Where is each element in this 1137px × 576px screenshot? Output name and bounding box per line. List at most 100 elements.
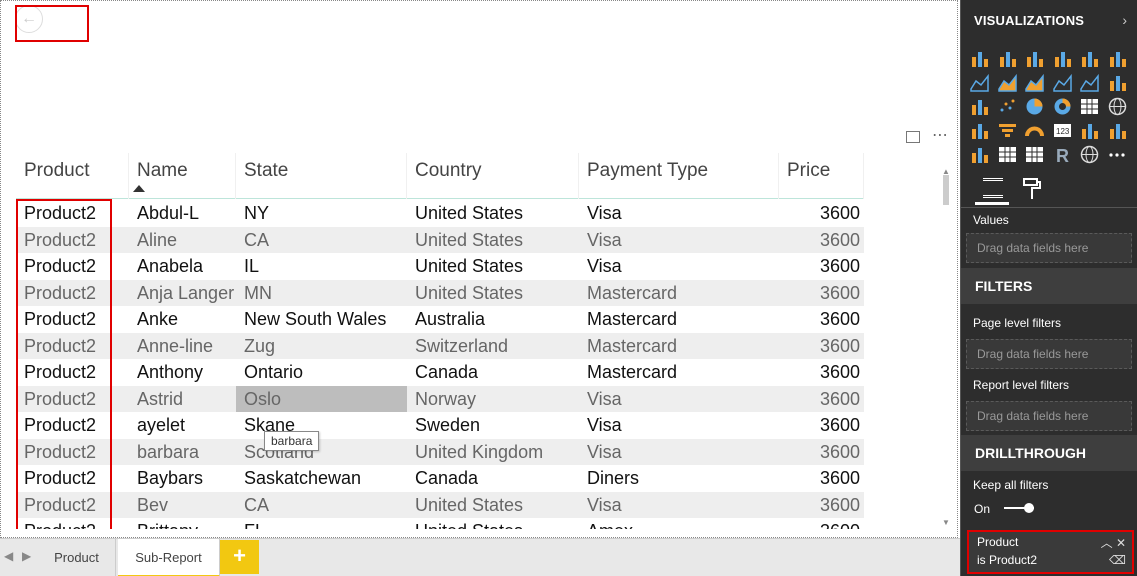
- cell-price[interactable]: 3600: [779, 492, 864, 519]
- treemap-icon[interactable]: [1079, 96, 1100, 117]
- scatter-chart-icon[interactable]: [997, 96, 1018, 117]
- cell-country[interactable]: Sweden: [407, 412, 579, 439]
- map-icon[interactable]: [1107, 96, 1128, 117]
- more-options-icon[interactable]: ⋯: [932, 128, 949, 144]
- cell-payment-type[interactable]: Visa: [579, 386, 779, 413]
- cell-state[interactable]: FL: [236, 518, 407, 529]
- collapse-pane-icon[interactable]: ›: [1122, 12, 1127, 28]
- slicer-icon[interactable]: [969, 144, 990, 165]
- collapse-close-icons[interactable]: ︿ ✕: [1101, 534, 1126, 551]
- card-icon[interactable]: 123: [1052, 120, 1073, 141]
- cell-state[interactable]: CA: [236, 492, 407, 519]
- tab-product[interactable]: Product: [38, 539, 116, 576]
- table-row[interactable]: Product2 Abdul-L NY United States Visa 3600: [16, 200, 864, 227]
- 100-percent-bar-chart-icon[interactable]: [1079, 48, 1100, 69]
- table-row[interactable]: Product2 barbara Scotland United Kingdom Vis…: [16, 438, 864, 466]
- 100-percent-column-chart-icon[interactable]: [1107, 48, 1128, 69]
- scrollbar-thumb[interactable]: [943, 175, 949, 205]
- cell-country[interactable]: United States: [407, 200, 579, 227]
- area-chart-icon[interactable]: [997, 72, 1018, 93]
- column-header-product[interactable]: Product: [16, 153, 129, 199]
- cell-country[interactable]: United States: [407, 280, 579, 307]
- cell-payment-type[interactable]: Mastercard: [579, 333, 779, 360]
- add-page-button[interactable]: +: [220, 540, 259, 574]
- cell-name[interactable]: Anne-line: [129, 333, 236, 360]
- table-row[interactable]: Product2 Anja Langer MN United States Master…: [16, 279, 864, 307]
- cell-state[interactable]: MN: [236, 280, 407, 307]
- column-header-price[interactable]: Price: [779, 153, 864, 199]
- stacked-column-chart-icon[interactable]: [997, 48, 1018, 69]
- vertical-scrollbar[interactable]: ▲ ▼: [942, 167, 951, 527]
- line-column-chart-icon[interactable]: [1052, 72, 1073, 93]
- cell-state[interactable]: New South Wales: [236, 306, 407, 333]
- table-row[interactable]: Product2 Anke New South Wales Australia Mast…: [16, 306, 864, 333]
- cell-price[interactable]: 3600: [779, 280, 864, 307]
- clustered-bar-chart-icon[interactable]: [1024, 48, 1045, 69]
- cell-payment-type[interactable]: Visa: [579, 412, 779, 439]
- funnel-icon[interactable]: [997, 120, 1018, 141]
- cell-name[interactable]: Bev: [129, 492, 236, 519]
- cell-price[interactable]: 3600: [779, 465, 864, 492]
- gauge-icon[interactable]: [1024, 120, 1045, 141]
- tab-prev-icon[interactable]: ◀: [4, 549, 13, 563]
- cell-price[interactable]: 3600: [779, 253, 864, 280]
- values-drop-zone[interactable]: Drag data fields here: [966, 233, 1132, 263]
- column-header-state[interactable]: State: [236, 153, 407, 199]
- cell-price[interactable]: 3600: [779, 333, 864, 360]
- cell-payment-type[interactable]: Mastercard: [579, 359, 779, 386]
- cell-name[interactable]: Anke: [129, 306, 236, 333]
- cell-country[interactable]: United Kingdom: [407, 439, 579, 466]
- cell-state[interactable]: NY: [236, 200, 407, 227]
- table-visual[interactable]: Product Name State Country Payment Type …: [16, 153, 951, 529]
- cell-country[interactable]: United States: [407, 253, 579, 280]
- table-icon[interactable]: [997, 144, 1018, 165]
- cell-state[interactable]: CA: [236, 227, 407, 254]
- cell-payment-type[interactable]: Visa: [579, 200, 779, 227]
- kpi-icon[interactable]: [1107, 120, 1128, 141]
- cell-payment-type[interactable]: Visa: [579, 439, 779, 466]
- tab-sub-report[interactable]: Sub-Report: [118, 539, 220, 576]
- cell-country[interactable]: Switzerland: [407, 333, 579, 360]
- cell-payment-type[interactable]: Amex: [579, 518, 779, 529]
- keep-filters-toggle[interactable]: [1004, 503, 1034, 513]
- table-row[interactable]: Product2 Baybars Saskatchewan Canada Diners 3…: [16, 465, 864, 492]
- line-chart-icon[interactable]: [969, 72, 990, 93]
- stacked-area-chart-icon[interactable]: [1024, 72, 1045, 93]
- clustered-column-chart-icon[interactable]: [1052, 48, 1073, 69]
- cell-country[interactable]: Canada: [407, 359, 579, 386]
- line-clustered-column-chart-icon[interactable]: [1079, 72, 1100, 93]
- pie-chart-icon[interactable]: [1024, 96, 1045, 117]
- more-visuals-icon[interactable]: [1107, 144, 1128, 165]
- report-filters-drop-zone[interactable]: Drag data fields here: [966, 401, 1132, 431]
- cell-name[interactable]: Brittany: [129, 518, 236, 529]
- cell-country[interactable]: United States: [407, 518, 579, 529]
- cell-price[interactable]: 3600: [779, 200, 864, 227]
- cell-payment-type[interactable]: Visa: [579, 253, 779, 280]
- cell-name[interactable]: barbara: [129, 439, 236, 466]
- tab-next-icon[interactable]: ▶: [22, 549, 31, 563]
- cell-price[interactable]: 3600: [779, 227, 864, 254]
- cell-state[interactable]: Ontario: [236, 359, 407, 386]
- stacked-bar-chart-icon[interactable]: [969, 48, 990, 69]
- cell-name[interactable]: Aline: [129, 227, 236, 254]
- cell-name[interactable]: ayelet: [129, 412, 236, 439]
- cell-payment-type[interactable]: Mastercard: [579, 306, 779, 333]
- table-row[interactable]: Product2 Anabela IL United States Visa 3600: [16, 253, 864, 280]
- table-row[interactable]: Product2 ayelet Skane Sweden Visa 3600: [16, 412, 864, 439]
- cell-country[interactable]: Canada: [407, 465, 579, 492]
- cell-country[interactable]: Norway: [407, 386, 579, 413]
- ribbon-chart-icon[interactable]: [1107, 72, 1128, 93]
- cell-price[interactable]: 3600: [779, 518, 864, 529]
- scroll-down-icon[interactable]: ▼: [942, 518, 950, 527]
- table-row[interactable]: Product2 Anne-line Zug Switzerland Mastercar…: [16, 332, 864, 360]
- r-script-icon[interactable]: R: [1052, 144, 1073, 166]
- table-row[interactable]: Product2 Astrid Oslo Norway Visa 3600: [16, 385, 864, 413]
- cell-price[interactable]: 3600: [779, 306, 864, 333]
- filled-map-icon[interactable]: [969, 120, 990, 141]
- page-filters-drop-zone[interactable]: Drag data fields here: [966, 339, 1132, 369]
- cell-name[interactable]: Anabela: [129, 253, 236, 280]
- column-header-payment-type[interactable]: Payment Type: [579, 153, 779, 199]
- cell-state[interactable]: Oslo: [236, 385, 407, 412]
- cell-payment-type[interactable]: Visa: [579, 227, 779, 254]
- cell-state[interactable]: Saskatchewan: [236, 465, 407, 492]
